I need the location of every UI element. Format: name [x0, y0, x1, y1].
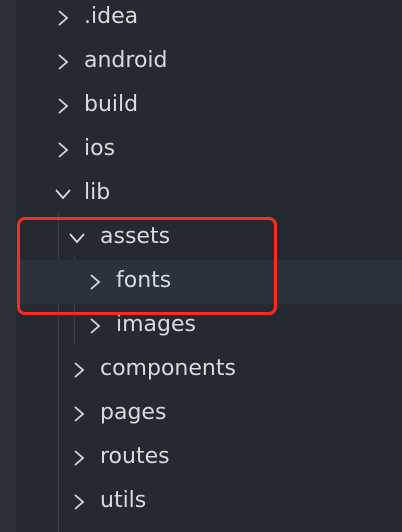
- chevron-right-icon: [70, 480, 88, 524]
- tree-item-pages[interactable]: pages: [16, 392, 402, 436]
- chevron-right-icon: [70, 436, 88, 480]
- chevron-right-icon: [86, 304, 104, 348]
- chevron-down-icon: [68, 216, 86, 260]
- chevron-right-icon: [54, 84, 72, 128]
- chevron-right-icon: [86, 260, 104, 304]
- tree-item-label: build: [84, 92, 139, 117]
- chevron-right-icon: [54, 128, 72, 172]
- tree-item-utils[interactable]: utils: [16, 480, 402, 524]
- tree-item-label: ios: [84, 136, 116, 161]
- file-explorer-tree: .idea android build ios lib assets fonts…: [16, 0, 402, 532]
- tree-item-label: .idea: [84, 4, 139, 29]
- chevron-right-icon: [54, 40, 72, 84]
- chevron-right-icon: [70, 348, 88, 392]
- tree-item-label: pages: [100, 400, 167, 425]
- tree-item-android[interactable]: android: [16, 40, 402, 84]
- tree-item-label: routes: [100, 444, 170, 469]
- tree-item-build[interactable]: build: [16, 84, 402, 128]
- tree-item-label: components: [100, 356, 236, 381]
- tree-item-images[interactable]: images: [16, 304, 402, 348]
- tree-item-label: utils: [100, 488, 147, 513]
- chevron-right-icon: [54, 0, 72, 40]
- activity-strip: [0, 0, 16, 532]
- tree-item-label: lib: [84, 180, 111, 205]
- tree-item-assets[interactable]: assets: [16, 216, 402, 260]
- chevron-down-icon: [54, 172, 72, 216]
- tree-item-label: assets: [100, 224, 171, 249]
- tree-item-label: images: [116, 312, 196, 337]
- tree-item-ios[interactable]: ios: [16, 128, 402, 172]
- tree-item-fonts[interactable]: fonts: [16, 260, 402, 304]
- tree-item-lib[interactable]: lib: [16, 172, 402, 216]
- tree-item-routes[interactable]: routes: [16, 436, 402, 480]
- tree-item-label: android: [84, 48, 168, 73]
- chevron-right-icon: [70, 392, 88, 436]
- tree-item-components[interactable]: components: [16, 348, 402, 392]
- tree-item-label: fonts: [116, 268, 172, 293]
- tree-item-idea[interactable]: .idea: [16, 0, 402, 40]
